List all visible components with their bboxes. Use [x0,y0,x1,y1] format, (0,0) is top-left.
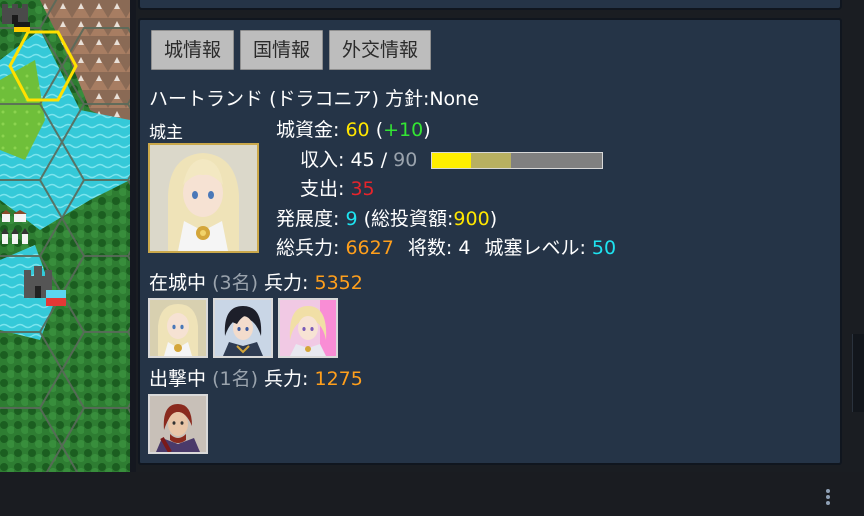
tab-diplomacy-info[interactable]: 外交情報 [329,30,432,70]
expense-row: 支出: 35 [276,175,616,205]
invest-value: 900 [453,207,490,230]
income-bar-fill-secondary [471,152,511,168]
generals-value: 4 [458,237,471,259]
sortie-portraits [148,394,208,454]
garrison-label: 在城中 [149,272,207,294]
expense-label: 支出: [300,178,345,200]
castle-info-panel: 城情報 国情報 外交情報 ハートランド (ドラコニア) 方針:None 城主 城… [138,18,842,465]
garrison-line: 在城中 (3名) 兵力: 5352 [149,268,363,295]
flag-icon[interactable] [20,262,70,312]
funds-label: 城資金: [276,119,340,141]
policy-label: 方針: [384,88,430,110]
tab-country-info[interactable]: 国情報 [240,30,324,70]
sortie-line: 出撃中 (1名) 兵力: 1275 [149,364,363,391]
invest-close: ) [489,207,498,230]
sortie-label: 出撃中 [149,368,207,390]
castle-country: (ドラコニア) [269,88,379,110]
sortie-troops-value: 1275 [314,368,363,390]
development-row: 発展度: 9 (総投資額:900) [276,205,616,235]
funds-delta-close: ) [423,119,431,141]
funds-delta: +10 [383,119,424,141]
castle-title: ハートランド (ドラコニア) 方針:None [149,84,479,111]
castle-stats: 城資金: 60 (+10) 収入: 45 / 90 支出: 35 発展度: 9 … [276,116,616,264]
general-portrait[interactable] [278,298,338,358]
income-bar-fill [432,152,472,168]
sortie-count: (1名) [212,368,258,390]
income-row: 収入: 45 / 90 [276,146,616,176]
general-portrait[interactable] [148,298,208,358]
development-label: 発展度: [276,207,340,230]
garrison-troops-label: 兵力: [264,272,309,294]
fort-label: 城塞レベル: [484,237,586,259]
income-label: 収入: [300,148,345,171]
troops-row: 総兵力: 6627 将数: 4 城塞レベル: 50 [276,234,616,264]
lord-label: 城主 [149,123,183,143]
funds-delta-open: ( [375,119,384,141]
fort-value: 50 [591,237,617,259]
income-bar [431,151,604,169]
hex-map[interactable] [0,0,130,472]
funds-row: 城資金: 60 (+10) [276,116,616,146]
expense-value: 35 [350,178,375,200]
castle-icon[interactable] [0,0,34,34]
scrollbar-edge[interactable] [852,334,864,412]
income-value: 45 [350,148,375,171]
more-vertical-icon[interactable] [820,487,836,509]
garrison-portraits [148,298,338,358]
development-value: 9 [345,207,358,230]
troops-label: 総兵力: [276,237,340,259]
invest-label: (総投資額: [363,207,454,230]
sortie-troops-label: 兵力: [264,368,309,390]
income-sep: / [380,148,388,171]
top-panel [138,0,842,10]
income-max: 90 [393,148,418,171]
funds-value: 60 [345,119,370,141]
bottom-bar [0,472,864,516]
general-portrait[interactable] [148,394,208,454]
info-tabs: 城情報 国情報 外交情報 [151,30,432,70]
policy-value: None [429,88,479,110]
garrison-count: (3名) [212,272,258,294]
village-icon [1,210,29,244]
lord-portrait[interactable] [148,143,259,253]
castle-name: ハートランド [149,88,264,110]
tab-castle-info[interactable]: 城情報 [151,30,235,70]
garrison-troops-value: 5352 [314,272,363,294]
generals-label: 将数: [407,237,453,259]
general-portrait[interactable] [213,298,273,358]
map-divider [130,0,136,472]
troops-value: 6627 [345,237,394,259]
